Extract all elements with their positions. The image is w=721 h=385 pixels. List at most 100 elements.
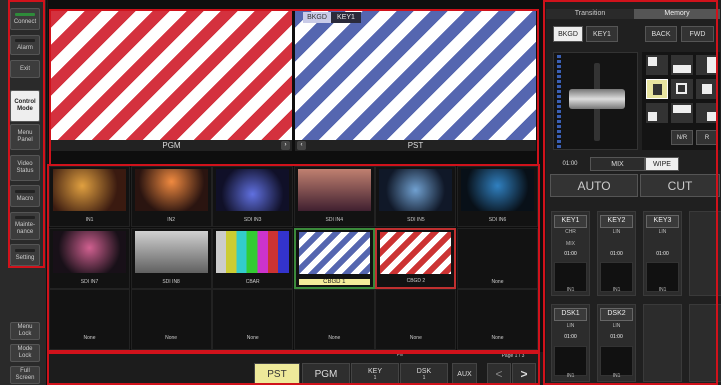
dsk-name[interactable]: DSK1: [554, 308, 587, 321]
source-name: SDI IN4: [325, 217, 344, 223]
connect-button[interactable]: Connect: [10, 8, 40, 30]
mode-lock-button[interactable]: Mode Lock: [10, 344, 40, 362]
source-tile[interactable]: CBGD 2: [375, 227, 457, 289]
source-name: CBGD 2: [406, 277, 426, 284]
key-time[interactable]: 01:00: [644, 251, 681, 257]
menu-panel-button[interactable]: Menu Panel: [10, 124, 40, 150]
full-screen-button[interactable]: Full Screen: [10, 366, 40, 384]
chevron-left-icon[interactable]: ‹: [297, 141, 306, 150]
dsk-select-button[interactable]: DSK 1: [400, 363, 448, 385]
dsk-time[interactable]: 01:00: [598, 334, 635, 340]
wipe-pattern-5[interactable]: [671, 79, 693, 99]
source-name: CBGD 1: [298, 278, 370, 285]
key1-button[interactable]: KEY1: [586, 26, 618, 42]
fwd-button[interactable]: FWD: [681, 26, 714, 42]
exit-button[interactable]: Exit: [10, 60, 40, 78]
key-select-button[interactable]: KEY 1: [351, 363, 399, 385]
source-tile[interactable]: None: [457, 289, 538, 350]
pgm-label: PGM: [51, 140, 292, 151]
wipe-pattern-6[interactable]: [696, 79, 718, 99]
source-tile[interactable]: SDI IN7: [49, 227, 130, 289]
source-name: None: [83, 335, 96, 341]
maintenance-button[interactable]: Mainte-nance: [10, 212, 40, 240]
source-thumbnail: [216, 230, 290, 273]
wipe-pattern-3[interactable]: [696, 55, 718, 75]
aux-button[interactable]: AUX: [452, 363, 477, 385]
dsk-slot-empty: [643, 304, 682, 382]
source-tile[interactable]: None: [130, 289, 212, 350]
source-tile[interactable]: SDI IN6: [457, 166, 538, 227]
tab-transition[interactable]: Transition: [546, 9, 634, 19]
r-button[interactable]: R: [696, 130, 718, 145]
next-page-button[interactable]: >: [512, 363, 536, 385]
tab-memory[interactable]: Memory: [634, 9, 720, 19]
pst-viewer: BKGD KEY1 PST ‹: [295, 11, 536, 151]
cut-button[interactable]: CUT: [640, 174, 720, 197]
source-thumbnail: [53, 230, 126, 273]
macro-button[interactable]: Macro: [10, 185, 40, 207]
key-name[interactable]: KEY2: [600, 215, 633, 228]
source-tile[interactable]: SDI IN8: [130, 227, 212, 289]
pgm-select-button[interactable]: PGM: [302, 363, 350, 385]
prev-page-button[interactable]: <: [487, 363, 511, 385]
menu-lock-button[interactable]: Menu Lock: [10, 322, 40, 340]
key-slot[interactable]: KEY2 LIN 01:00 IN1: [597, 211, 636, 296]
source-tile[interactable]: None: [49, 289, 130, 350]
source-thumbnail: [461, 169, 534, 211]
key-name[interactable]: KEY1: [554, 215, 587, 228]
source-thumbnail: [134, 169, 208, 211]
source-tile[interactable]: CBAR: [212, 227, 294, 289]
fader-handle[interactable]: [569, 89, 625, 109]
source-name: CBAR: [245, 278, 260, 285]
key-name[interactable]: KEY3: [646, 215, 679, 228]
auto-button[interactable]: AUTO: [550, 174, 638, 197]
source-tile[interactable]: IN1: [49, 166, 130, 227]
wipe-pattern-8[interactable]: [671, 103, 693, 123]
dsk-slot[interactable]: DSK2 LIN 01:00 IN1: [597, 304, 636, 382]
nr-button[interactable]: N/R: [671, 130, 693, 145]
source-name: None: [491, 335, 504, 341]
wipe-pattern-7[interactable]: [646, 103, 668, 123]
source-tile[interactable]: None: [375, 289, 457, 350]
mix-button[interactable]: MIX: [590, 157, 645, 171]
dsk-slot[interactable]: DSK1 LIN 01:00 IN1: [551, 304, 590, 382]
wipe-pattern-4[interactable]: [646, 79, 668, 99]
bkgd-button[interactable]: BKGD: [553, 26, 583, 42]
video-status-button[interactable]: Video Status: [10, 155, 40, 181]
source-name: None: [246, 335, 259, 341]
key-time[interactable]: 01:00: [552, 251, 589, 257]
source-tile[interactable]: SDI IN4: [293, 166, 375, 227]
alarm-button[interactable]: Alarm: [10, 35, 40, 55]
dsk-source: IN1: [566, 373, 575, 379]
bkgd-tab[interactable]: BKGD: [303, 12, 331, 23]
control-mode-button[interactable]: Control Mode: [10, 90, 40, 122]
wipe-pattern-1[interactable]: [646, 55, 668, 75]
source-tile[interactable]: CBGD 1: [293, 227, 375, 289]
key-slot[interactable]: KEY1 CHR MIX 01:00 IN1: [551, 211, 590, 296]
wipe-pattern-2[interactable]: [671, 55, 693, 75]
source-name: None: [328, 335, 341, 341]
dsk-preview: [554, 346, 587, 376]
source-tile[interactable]: IN2: [130, 166, 212, 227]
source-tile[interactable]: SDI IN3: [212, 166, 294, 227]
dsk-name[interactable]: DSK2: [600, 308, 633, 321]
key1-tab[interactable]: KEY1: [331, 12, 361, 23]
chevron-left-icon: <: [495, 367, 503, 381]
source-tile[interactable]: SDI IN5: [375, 166, 457, 227]
source-name: SDI IN3: [243, 217, 262, 223]
back-button[interactable]: BACK: [645, 26, 677, 42]
wipe-button[interactable]: WIPE: [645, 157, 679, 171]
key-slot[interactable]: KEY3 LIN 01:00 IN1: [643, 211, 682, 296]
setting-button[interactable]: Setting: [10, 244, 40, 266]
pst-select-button[interactable]: PST: [254, 363, 300, 385]
source-tile[interactable]: None: [293, 289, 375, 350]
dsk-time[interactable]: 01:00: [552, 334, 589, 340]
connect-indicator: [15, 12, 35, 16]
key-time[interactable]: 01:00: [598, 251, 635, 257]
source-tile[interactable]: None: [457, 227, 538, 289]
chevron-right-icon[interactable]: ›: [281, 141, 290, 150]
dsk-number: 1: [422, 374, 426, 381]
wipe-pattern-9[interactable]: [696, 103, 718, 123]
source-tile[interactable]: None: [212, 289, 294, 350]
transition-time[interactable]: 01:00: [553, 157, 587, 171]
